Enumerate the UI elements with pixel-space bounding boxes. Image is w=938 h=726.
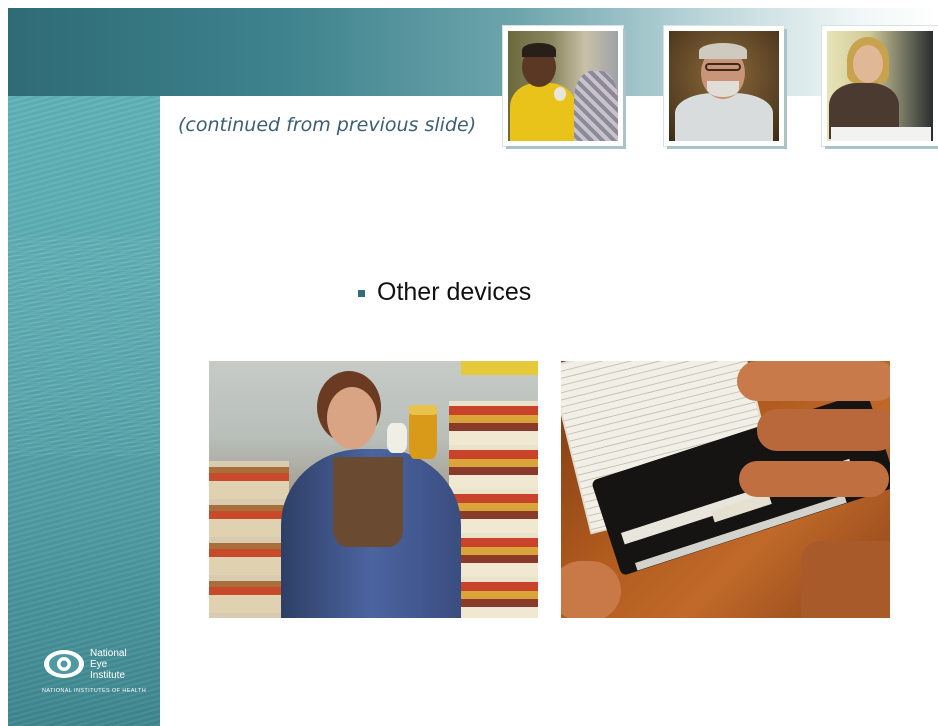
- bullet-text: Other devices: [377, 278, 532, 306]
- logo-text: National Eye Institute: [90, 648, 127, 681]
- woman-using-magnifier-in-store-photo-icon: [209, 361, 538, 618]
- hands-with-reading-guide-photo-icon: [561, 361, 890, 618]
- header-photo-man-with-glasses: [664, 26, 784, 146]
- logo-subtext: NATIONAL INSTITUTES OF HEALTH: [42, 688, 147, 694]
- bullet-square-icon: [358, 290, 365, 297]
- header-band: [8, 8, 938, 96]
- woman-at-desk-photo-icon: [827, 31, 933, 141]
- bullet-item: Other devices: [358, 278, 531, 307]
- left-teal-bar: [8, 96, 160, 726]
- woman-reading-label-photo-icon: [508, 31, 618, 141]
- nei-logo: National Eye Institute NATIONAL INSTITUT…: [42, 646, 162, 700]
- man-with-glasses-photo-icon: [669, 31, 779, 141]
- eye-logo-icon: [44, 650, 84, 678]
- slide: (continued from previous slide) Other de…: [0, 0, 938, 726]
- bar-texture: [8, 236, 160, 456]
- header-photo-woman-at-desk: [822, 26, 938, 146]
- header-photo-woman-reading-label: [503, 26, 623, 146]
- slide-subtitle: (continued from previous slide): [178, 114, 477, 136]
- photo-hands-with-reading-guide: [561, 361, 890, 618]
- photo-woman-using-magnifier-in-store: [209, 361, 538, 618]
